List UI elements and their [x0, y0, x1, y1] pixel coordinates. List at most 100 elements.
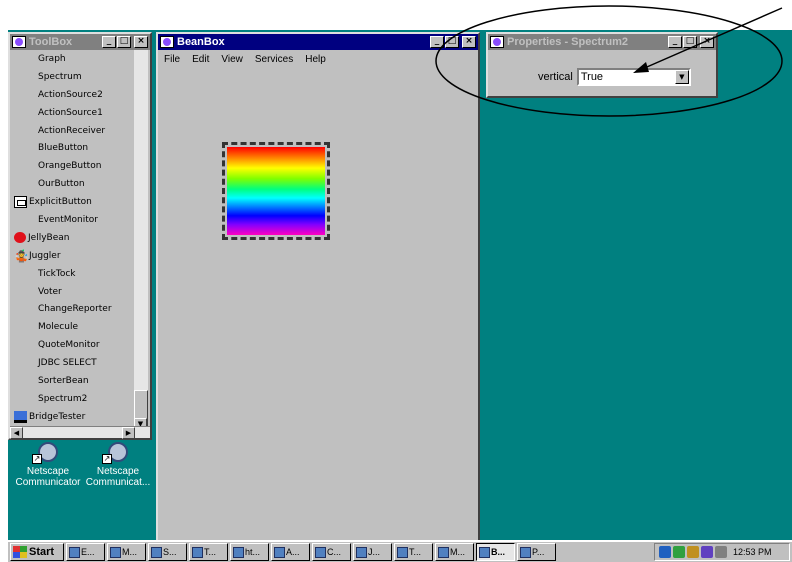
toolbox-item-label: OrangeButton	[38, 161, 102, 172]
toolbox-item[interactable]: ActionSource1	[10, 104, 138, 122]
network-icon[interactable]	[659, 546, 671, 558]
beanbox-titlebar[interactable]: BeanBox _ □ ×	[158, 34, 478, 50]
toolbox-item[interactable]: TickTock	[10, 265, 138, 283]
desktop-icon-netscape-2[interactable]: ↗ Netscape Communicat...	[80, 440, 156, 488]
java-icon	[356, 546, 367, 558]
toolbox-item[interactable]: 🤹 Juggler	[10, 247, 138, 265]
toolbox-item[interactable]: JDBC SELECT	[10, 354, 138, 372]
menu-edit[interactable]: Edit	[192, 54, 209, 65]
volume-icon[interactable]	[673, 546, 685, 558]
chevron-down-icon[interactable]: ▼	[674, 70, 689, 84]
netscape-communicator-icon: ↗	[102, 440, 134, 464]
java-icon	[397, 546, 408, 558]
vertical-select[interactable]: True ▼	[576, 68, 691, 86]
word-icon	[110, 546, 121, 558]
taskbar-button[interactable]: S...	[148, 543, 187, 561]
menu-help[interactable]: Help	[305, 54, 326, 65]
button-icon	[14, 196, 27, 209]
spectrum-gradient	[227, 147, 325, 235]
taskbar-button-label: M...	[122, 547, 137, 557]
toolbox-item-label: QuoteMonitor	[38, 340, 100, 351]
close-button[interactable]: ×	[134, 36, 148, 48]
taskbar-button[interactable]: C...	[312, 543, 351, 561]
desktop-icon-label: Netscape	[96, 466, 140, 477]
toolbox-item-label: Spectrum	[38, 71, 82, 82]
toolbox-titlebar[interactable]: ToolBox _ □ ×	[10, 34, 150, 50]
maximize-button[interactable]: □	[683, 36, 697, 48]
toolbox-item-label: Molecule	[38, 322, 78, 333]
toolbox-item[interactable]: OurButton	[10, 175, 138, 193]
toolbox-item[interactable]: Spectrum2	[10, 390, 138, 408]
toolbox-item[interactable]: JellyBean	[10, 229, 138, 247]
java-icon	[520, 546, 531, 558]
scroll-left-arrow-icon[interactable]: ◀	[10, 427, 23, 439]
minimize-button[interactable]: _	[102, 36, 116, 48]
property-row-vertical: vertical True ▼	[538, 68, 691, 86]
taskbar-button[interactable]: ht...	[230, 543, 269, 561]
taskbar-button-label: B...	[491, 547, 506, 557]
beanbox-title: BeanBox	[177, 36, 225, 48]
toolbox-item[interactable]: Graph	[10, 50, 138, 68]
toolbox-item-label: TickTock	[38, 268, 76, 279]
beanbox-menubar: File Edit View Services Help	[158, 50, 478, 68]
clock[interactable]: 12:53 PM	[733, 547, 772, 557]
netscape-icon	[151, 546, 162, 558]
maximize-button[interactable]: □	[117, 36, 131, 48]
taskbar: Start E... M... S... T... ht... A... C... J... T…	[8, 540, 792, 562]
messenger-icon[interactable]	[701, 546, 713, 558]
taskbar-button-label: P...	[532, 547, 545, 557]
toolbox-item[interactable]: ActionReceiver	[10, 122, 138, 140]
menu-services[interactable]: Services	[255, 54, 293, 65]
maximize-button[interactable]: □	[445, 36, 459, 48]
minimize-button[interactable]: _	[430, 36, 444, 48]
toolbox-horizontal-scrollbar[interactable]: ◀ ▶	[10, 426, 150, 439]
toolbox-title: ToolBox	[29, 36, 73, 48]
spectrum-bean[interactable]	[222, 142, 330, 240]
scheduler-icon[interactable]	[687, 546, 699, 558]
toolbox-item[interactable]: OrangeButton	[10, 157, 138, 175]
taskbar-button-label: J...	[368, 547, 381, 557]
close-button[interactable]: ×	[462, 36, 476, 48]
toolbox-item[interactable]: EventMonitor	[10, 211, 138, 229]
taskbar-button[interactable]: M...	[435, 543, 474, 561]
toolbox-item-label: ActionSource1	[38, 107, 103, 118]
taskbar-button[interactable]: P...	[517, 543, 556, 561]
start-button[interactable]: Start	[10, 543, 64, 561]
taskbar-button[interactable]: E...	[66, 543, 105, 561]
desktop-icon-netscape-1[interactable]: ↗ Netscape Communicator	[10, 440, 86, 488]
scroll-right-arrow-icon[interactable]: ▶	[122, 427, 135, 439]
taskbar-button[interactable]: J...	[353, 543, 392, 561]
toolbox-item[interactable]: SorterBean	[10, 372, 138, 390]
taskbar-button[interactable]: B...	[476, 543, 515, 561]
bridge-icon	[14, 410, 27, 423]
toolbox-item[interactable]: Voter	[10, 283, 138, 301]
monitor-icon[interactable]	[715, 546, 727, 558]
netscape-icon	[315, 546, 326, 558]
taskbar-button-label: A...	[286, 547, 300, 557]
toolbox-item[interactable]: Molecule	[10, 318, 138, 336]
toolbox-item[interactable]: BridgeTester	[10, 408, 138, 426]
toolbox-item-label: SorterBean	[38, 375, 89, 386]
vertical-select-value: True	[580, 71, 604, 83]
desktop-icon-label: Communicator	[15, 477, 81, 488]
menu-file[interactable]: File	[164, 54, 180, 65]
taskbar-button-label: T...	[409, 547, 422, 557]
taskbar-button[interactable]: T...	[394, 543, 433, 561]
netscape-communicator-icon: ↗	[32, 440, 64, 464]
toolbox-item[interactable]: ActionSource2	[10, 86, 138, 104]
toolbox-item-label: Voter	[38, 286, 62, 297]
toolbox-vertical-scrollbar[interactable]: ▼	[134, 50, 148, 430]
taskbar-button[interactable]: T...	[189, 543, 228, 561]
properties-titlebar[interactable]: Properties - Spectrum2 _ □ ×	[488, 34, 716, 50]
toolbox-item-label: ExplicitButton	[29, 197, 92, 208]
taskbar-button[interactable]: A...	[271, 543, 310, 561]
menu-view[interactable]: View	[221, 54, 243, 65]
toolbox-item[interactable]: ChangeReporter	[10, 300, 138, 318]
minimize-button[interactable]: _	[668, 36, 682, 48]
toolbox-item[interactable]: QuoteMonitor	[10, 336, 138, 354]
toolbox-item[interactable]: Spectrum	[10, 68, 138, 86]
close-button[interactable]: ×	[700, 36, 714, 48]
toolbox-item[interactable]: ExplicitButton	[10, 193, 138, 211]
taskbar-button[interactable]: M...	[107, 543, 146, 561]
toolbox-item[interactable]: BlueButton	[10, 139, 138, 157]
